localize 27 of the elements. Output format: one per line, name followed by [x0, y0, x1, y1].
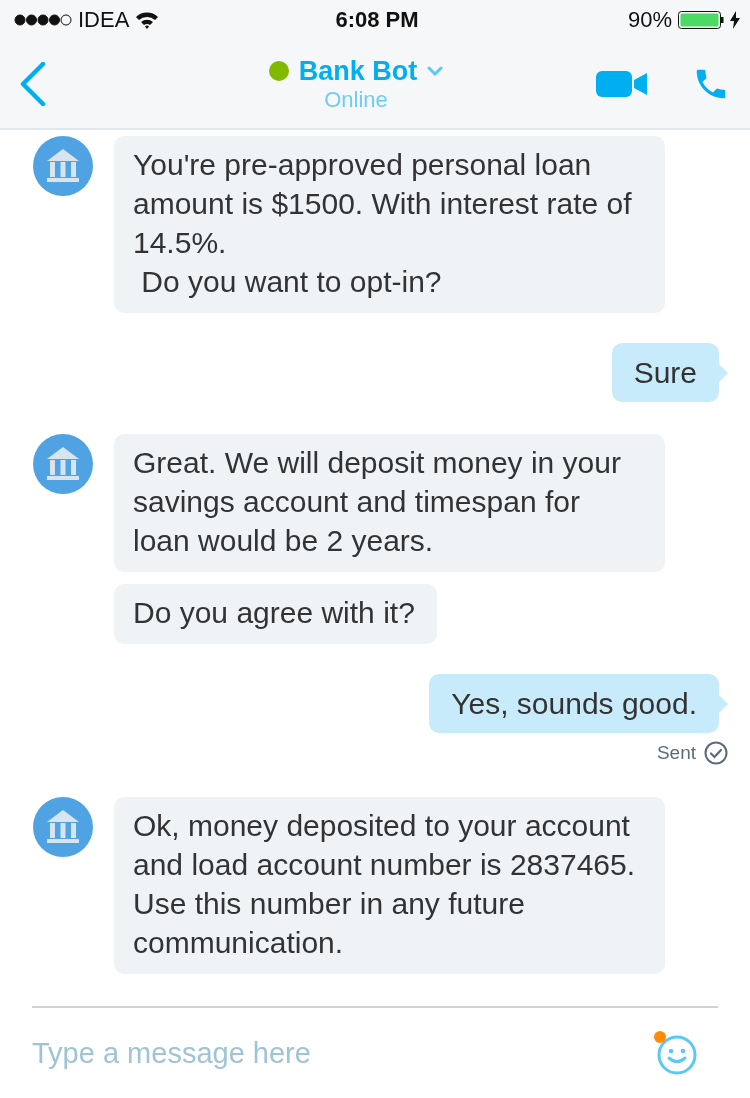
- message-input[interactable]: Type a message here: [32, 1036, 652, 1070]
- bubble-tail: [719, 363, 728, 382]
- message-bubble: Sure: [611, 343, 719, 402]
- wifi-icon: [135, 11, 160, 29]
- battery-percent: 90%: [627, 7, 672, 33]
- message-bubble: Great. We will deposit money in your savings account and timespan for loan would be 2 years.: [114, 434, 665, 572]
- contact-name[interactable]: Bank Bot: [298, 55, 418, 87]
- back-button[interactable]: [20, 62, 46, 106]
- video-call-button[interactable]: [596, 69, 648, 99]
- carrier-name: IDEA: [78, 7, 130, 33]
- battery-icon: [678, 10, 724, 30]
- clock-time: 6:08 PM: [335, 7, 419, 33]
- contact-status: Online: [324, 86, 388, 113]
- bank-avatar-icon: [33, 434, 93, 494]
- message-bubble: Ok, money deposited to your account and load account number is 2837465. Use this number in any future communication.: [114, 797, 665, 974]
- delivery-status: Sent: [656, 742, 696, 764]
- bank-avatar-icon: [33, 136, 93, 196]
- message-bubble: You're pre-approved personal loan amount is $1500. With interest rate of 14.5%. Do you want to opt-in?: [114, 136, 665, 313]
- emoji-button[interactable]: [652, 1030, 698, 1076]
- message-bubble: Yes, sounds good.: [429, 674, 719, 733]
- bubble-tail: [719, 694, 728, 713]
- bank-avatar-icon: [33, 797, 93, 857]
- signal-icon: [14, 14, 72, 26]
- charging-icon: [730, 11, 740, 29]
- message-bubble: Do you agree with it?: [114, 584, 437, 644]
- check-circle-icon: [704, 741, 728, 765]
- chevron-down-icon[interactable]: [427, 66, 444, 76]
